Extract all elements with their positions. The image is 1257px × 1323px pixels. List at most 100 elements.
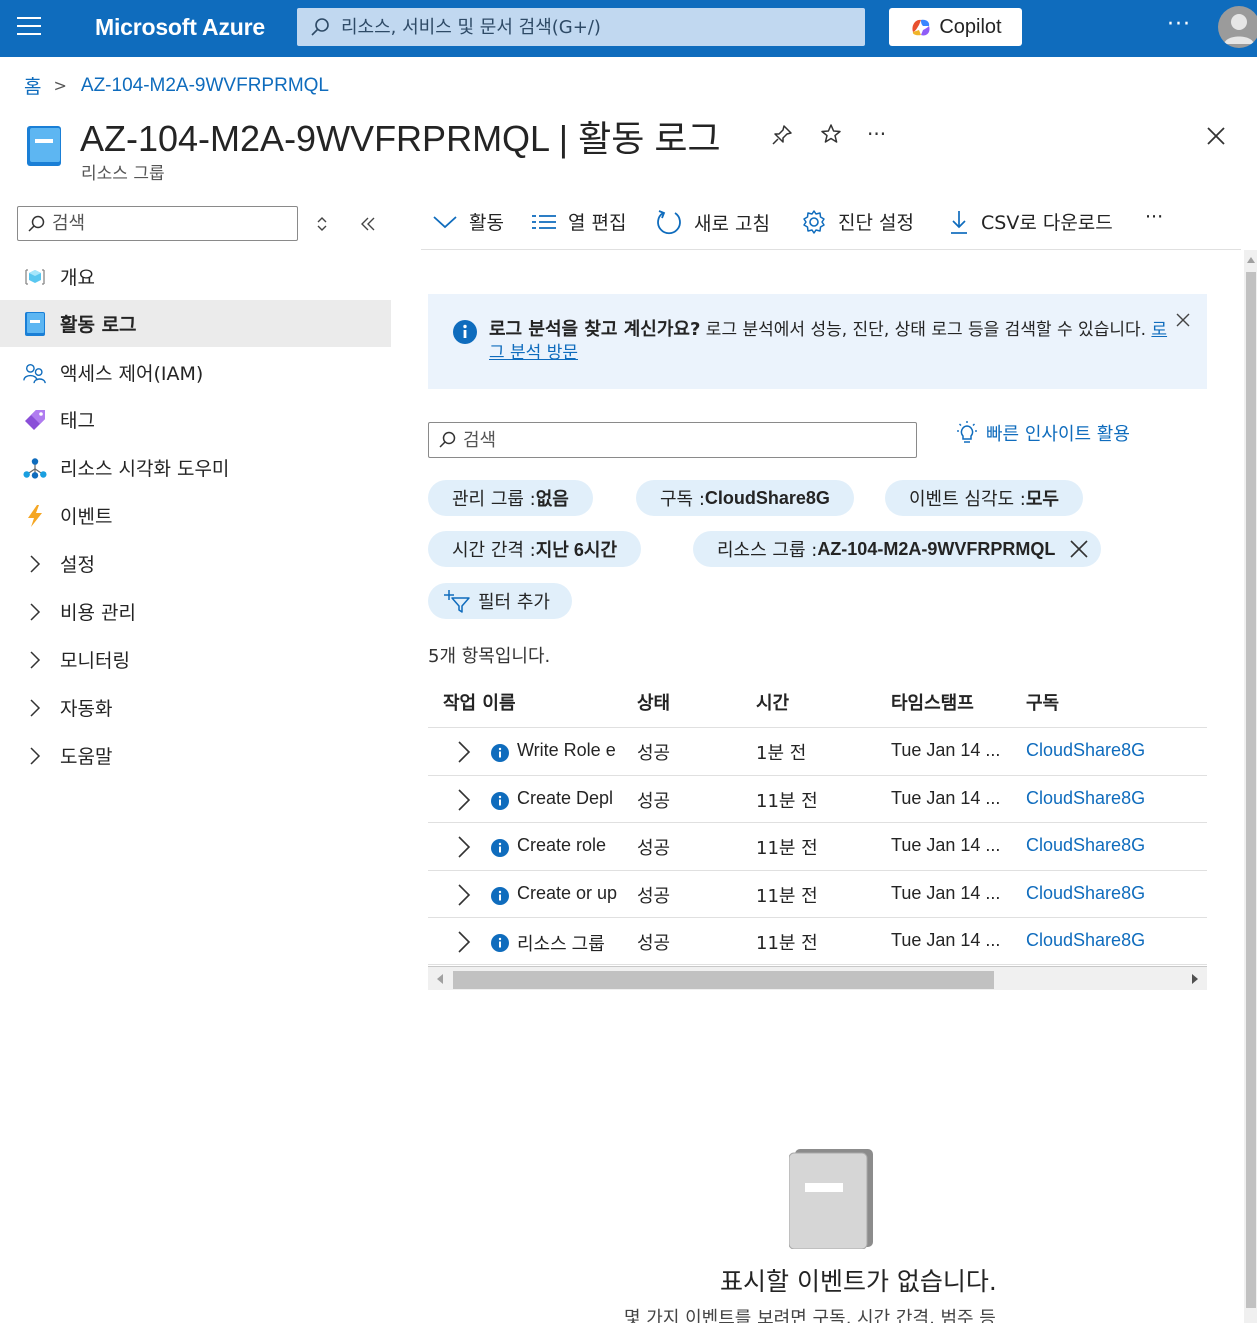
edit-columns-button[interactable]: 열 편집 bbox=[531, 208, 626, 235]
activity-log-icon bbox=[27, 126, 61, 166]
activity-search[interactable] bbox=[428, 422, 917, 458]
filter-label: 시간 간격 : bbox=[452, 540, 536, 561]
timestamp-cell: Tue Jan 14 ... bbox=[891, 930, 1001, 950]
subscription-link[interactable]: CloudShare8G bbox=[1026, 930, 1145, 951]
column-header-time[interactable]: 시간 bbox=[756, 689, 789, 715]
refresh-button[interactable]: 새로 고침 bbox=[655, 208, 770, 236]
chevron-right-icon[interactable] bbox=[454, 835, 474, 859]
filter-label: 이벤트 심각도 : bbox=[909, 489, 1026, 510]
scroll-up-arrow-icon[interactable] bbox=[1247, 257, 1255, 263]
subscription-link[interactable]: CloudShare8G bbox=[1026, 788, 1145, 809]
refresh-icon bbox=[657, 210, 681, 235]
sidebar-item-settings[interactable]: 설정 bbox=[0, 540, 391, 587]
more-options-icon[interactable]: ··· bbox=[867, 122, 886, 146]
breadcrumb-home[interactable]: 홈 bbox=[24, 72, 41, 99]
info-icon bbox=[453, 320, 477, 344]
operation-name: Write Role e bbox=[517, 740, 616, 760]
activity-search-input[interactable] bbox=[463, 429, 903, 451]
breadcrumb-resource-group[interactable]: AZ-104-M2A-9WVFRPRMQL bbox=[81, 75, 329, 97]
copilot-icon bbox=[912, 19, 930, 36]
chevron-right-icon[interactable] bbox=[454, 930, 474, 954]
sidebar-item-label: 액세스 제어(IAM) bbox=[60, 363, 204, 385]
user-icon bbox=[1224, 14, 1254, 44]
sidebar-item-tags[interactable]: 태그 bbox=[0, 396, 391, 443]
sidebar-item-label: 활동 로그 bbox=[60, 314, 137, 336]
column-header-timestamp[interactable]: 타임스탬프 bbox=[891, 689, 974, 715]
global-search-input[interactable] bbox=[341, 16, 841, 38]
filter-event-severity[interactable]: 이벤트 심각도 : 모두 bbox=[885, 480, 1083, 516]
column-header-operation[interactable]: 작업 이름 bbox=[443, 689, 516, 715]
more-options-icon[interactable]: ··· bbox=[1167, 12, 1191, 37]
remove-filter-icon[interactable] bbox=[1069, 539, 1089, 559]
sidebar-item-label: 비용 관리 bbox=[60, 602, 136, 624]
top-bar: Microsoft Azure Copilot ··· bbox=[0, 0, 1257, 57]
add-filter-icon bbox=[444, 590, 470, 613]
sidebar-item-monitoring[interactable]: 모니터링 bbox=[0, 636, 391, 683]
sidebar-item-overview[interactable]: 개요 bbox=[0, 253, 391, 300]
sidebar-item-label: 설정 bbox=[60, 554, 95, 576]
download-csv-label: CSV로 다운로드 bbox=[981, 212, 1113, 234]
filter-timespan[interactable]: 시간 간격 : 지난 6시간 bbox=[428, 531, 642, 567]
star-icon[interactable] bbox=[819, 122, 843, 146]
table-row[interactable]: Create or up 성공 11분 전 Tue Jan 14 ... Clo… bbox=[428, 870, 1207, 918]
search-icon bbox=[311, 18, 329, 36]
time-cell: 1분 전 bbox=[756, 743, 807, 764]
sidebar-item-automation[interactable]: 자동화 bbox=[0, 684, 391, 731]
avatar[interactable] bbox=[1218, 6, 1257, 48]
global-search[interactable] bbox=[297, 8, 865, 46]
subscription-link[interactable]: CloudShare8G bbox=[1026, 835, 1145, 856]
sort-updown-icon[interactable] bbox=[313, 214, 331, 234]
scrollbar-thumb[interactable] bbox=[453, 971, 994, 989]
sidebar-item-cost-management[interactable]: 비용 관리 bbox=[0, 588, 391, 635]
toolbar-more-icon[interactable]: ··· bbox=[1145, 206, 1163, 228]
sidebar-item-help[interactable]: 도움말 bbox=[0, 732, 391, 779]
sidebar-item-activity-log[interactable]: 활동 로그 bbox=[0, 300, 391, 347]
sidebar-search[interactable] bbox=[17, 206, 298, 241]
brand-title[interactable]: Microsoft Azure bbox=[95, 14, 265, 41]
add-filter-button[interactable]: 필터 추가 bbox=[428, 583, 572, 619]
chevron-right-icon[interactable] bbox=[454, 740, 474, 764]
download-icon bbox=[951, 210, 967, 234]
horizontal-scrollbar[interactable] bbox=[428, 966, 1207, 990]
scroll-left-arrow-icon[interactable] bbox=[437, 974, 443, 984]
lightbulb-icon bbox=[957, 421, 977, 443]
close-icon[interactable] bbox=[1175, 312, 1191, 328]
scroll-right-arrow-icon[interactable] bbox=[1192, 974, 1198, 984]
info-icon bbox=[491, 744, 509, 762]
filter-management-group[interactable]: 관리 그룹 : 없음 bbox=[428, 480, 593, 516]
command-bar: 활동 열 편집 새로 고침 진단 설정 CSV로 다운로드 ··· bbox=[421, 200, 1241, 250]
vertical-scrollbar[interactable] bbox=[1244, 250, 1257, 1323]
sidebar-search-input[interactable] bbox=[52, 213, 292, 234]
operation-name: Create role bbox=[517, 835, 607, 855]
chevron-right-icon[interactable] bbox=[454, 788, 474, 812]
chevron-right-icon[interactable] bbox=[454, 883, 474, 907]
sidebar-item-iam[interactable]: 액세스 제어(IAM) bbox=[0, 349, 391, 396]
collapse-sidebar-icon[interactable] bbox=[358, 214, 378, 234]
timestamp-cell: Tue Jan 14 ... bbox=[891, 835, 1001, 855]
copilot-button[interactable]: Copilot bbox=[889, 8, 1022, 46]
table-row[interactable]: Create Depl 성공 11분 전 Tue Jan 14 ... Clou… bbox=[428, 775, 1207, 823]
close-icon[interactable] bbox=[1204, 124, 1228, 148]
column-header-status[interactable]: 상태 bbox=[637, 689, 670, 715]
scrollbar-thumb[interactable] bbox=[1246, 272, 1256, 1308]
time-cell: 11분 전 bbox=[756, 933, 818, 954]
chevron-right-icon bbox=[23, 648, 47, 672]
diagnostic-settings-button[interactable]: 진단 설정 bbox=[801, 208, 914, 235]
filter-resource-group[interactable]: 리소스 그룹 : AZ-104-M2A-9WVFRPRMQL bbox=[693, 531, 1102, 567]
table-row[interactable]: Create role 성공 11분 전 Tue Jan 14 ... Clou… bbox=[428, 822, 1207, 870]
sidebar-item-resource-visualizer[interactable]: 리소스 시각화 도우미 bbox=[0, 444, 391, 491]
chevron-right-icon bbox=[23, 552, 47, 576]
column-header-subscription[interactable]: 구독 bbox=[1026, 689, 1059, 715]
filter-label: 리소스 그룹 : bbox=[717, 540, 818, 561]
pin-icon[interactable] bbox=[770, 123, 794, 147]
quick-insights-button[interactable]: 빠른 인사이트 활용 bbox=[954, 420, 1130, 446]
activity-button[interactable]: 활동 bbox=[432, 208, 504, 235]
table-row[interactable]: Write Role e 성공 1분 전 Tue Jan 14 ... Clou… bbox=[428, 727, 1207, 775]
table-row[interactable]: 리소스 그룹 성공 11분 전 Tue Jan 14 ... CloudShar… bbox=[428, 917, 1207, 965]
sidebar-item-events[interactable]: 이벤트 bbox=[0, 492, 391, 539]
download-csv-button[interactable]: CSV로 다운로드 bbox=[948, 208, 1113, 235]
filter-subscription[interactable]: 구독 : CloudShare8G bbox=[636, 480, 854, 516]
subscription-link[interactable]: CloudShare8G bbox=[1026, 740, 1145, 761]
hamburger-menu-icon[interactable] bbox=[17, 17, 41, 37]
subscription-link[interactable]: CloudShare8G bbox=[1026, 883, 1145, 904]
